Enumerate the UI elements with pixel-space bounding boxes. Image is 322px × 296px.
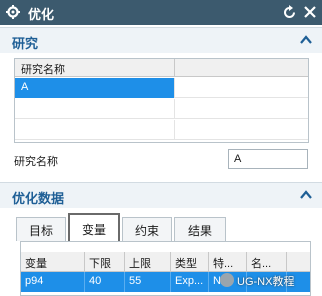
- study-section-title: 研究: [12, 36, 39, 51]
- variables-table-header: 变量 下限 上限 类型 特... 名...: [21, 252, 310, 272]
- study-table-header: 研究名称: [15, 59, 308, 77]
- opt-data-section-title: 优化数据: [12, 191, 65, 206]
- table-cell[interactable]: A: [15, 78, 175, 98]
- column-header-upper-limit[interactable]: 上限: [125, 252, 171, 272]
- table-cell[interactable]: 55: [125, 272, 171, 292]
- column-header-type[interactable]: 类型: [171, 252, 209, 272]
- opt-data-tabs: 目标 变量 约束 结果: [14, 213, 309, 242]
- tab-variables[interactable]: 变量: [68, 213, 120, 242]
- study-table: 研究名称 A: [14, 58, 309, 143]
- column-header-lower-limit[interactable]: 下限: [85, 252, 125, 272]
- watermark-logo-icon: [220, 273, 234, 287]
- column-header-feature[interactable]: 特...: [209, 252, 247, 272]
- chevron-up-icon[interactable]: [300, 35, 312, 45]
- title-bar: 优化: [0, 0, 322, 25]
- watermark-text: UG-NX教程: [237, 276, 295, 288]
- table-cell[interactable]: [15, 120, 175, 140]
- table-row[interactable]: [15, 99, 308, 119]
- window-title: 优化: [28, 7, 55, 22]
- study-name-field[interactable]: A: [228, 149, 308, 169]
- reset-icon[interactable]: [282, 5, 297, 20]
- close-icon[interactable]: [303, 5, 317, 19]
- table-cell[interactable]: 40: [85, 272, 125, 292]
- column-header-name[interactable]: 名...: [247, 252, 287, 272]
- study-name-label: 研究名称: [14, 156, 58, 168]
- watermark: UG-NX教程: [220, 272, 320, 290]
- table-cell[interactable]: [15, 99, 175, 119]
- table-cell[interactable]: p94: [21, 272, 85, 292]
- table-row[interactable]: A: [15, 78, 308, 98]
- tab-constraints[interactable]: 约束: [122, 217, 172, 241]
- tab-results[interactable]: 结果: [174, 217, 226, 241]
- table-row[interactable]: [15, 120, 308, 140]
- gear-icon: [6, 5, 20, 19]
- study-section-header[interactable]: 研究: [0, 27, 322, 53]
- table-cell[interactable]: Exp...: [171, 272, 209, 292]
- column-header-study-name[interactable]: 研究名称: [15, 59, 175, 77]
- chevron-up-icon[interactable]: [300, 190, 312, 200]
- column-header-variable[interactable]: 变量: [21, 252, 85, 272]
- opt-data-section-header[interactable]: 优化数据: [0, 182, 322, 208]
- tab-objective[interactable]: 目标: [16, 217, 66, 241]
